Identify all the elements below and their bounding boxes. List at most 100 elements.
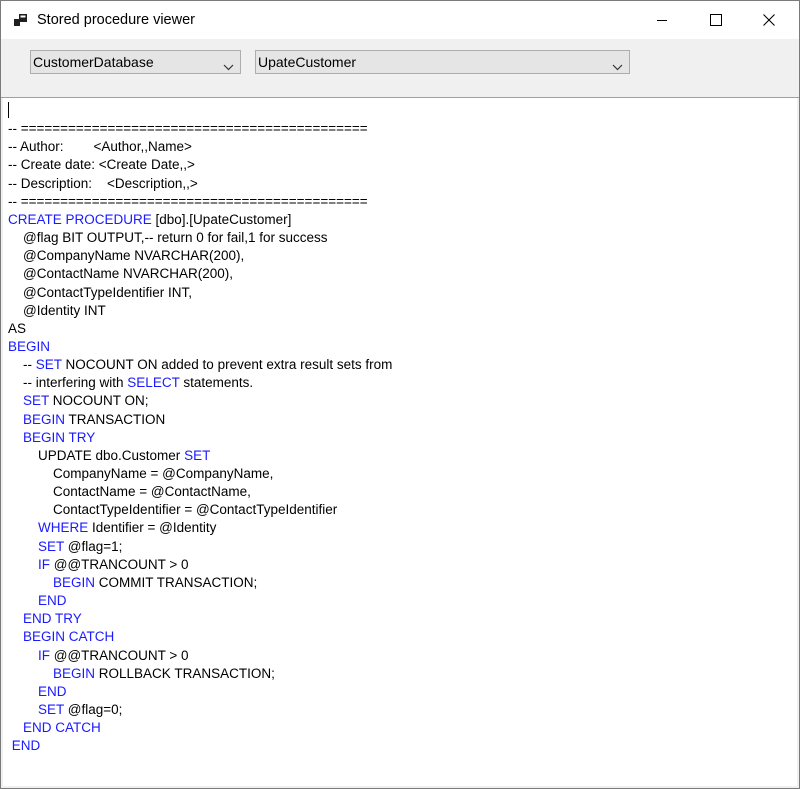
sql-keyword: END CATCH [23,720,101,736]
code-text: -- =====================================… [8,121,368,137]
title-bar[interactable]: Stored procedure viewer [1,1,799,39]
sql-code-editor[interactable]: -- =====================================… [3,98,797,786]
code-line: BEGIN COMMIT TRANSACTION; [8,574,257,592]
code-text: @flag BIT OUTPUT,-- return 0 for fail,1 … [8,230,328,246]
code-line: IF @@TRANCOUNT > 0 [8,647,189,665]
code-line: IF @@TRANCOUNT > 0 [8,556,189,574]
code-text: -- Create date: <Create Date,,> [8,157,195,173]
text-caret [8,102,9,118]
app-window: Stored procedure viewer CustomerDatabase… [0,0,800,789]
database-select[interactable]: CustomerDatabase [30,50,241,74]
code-text: NOCOUNT ON; [49,393,149,409]
code-line: BEGIN ROLLBACK TRANSACTION; [8,665,275,683]
sql-keyword: BEGIN CATCH [23,629,115,645]
database-select-value: CustomerDatabase [33,54,154,70]
code-line: CREATE PROCEDURE [dbo].[UpateCustomer] [8,211,291,229]
code-text: -- Description: <Description,,> [8,175,198,191]
code-line: -- SET NOCOUNT ON added to prevent extra… [8,356,392,374]
code-text: TRANSACTION [65,411,166,427]
code-line: -- Author: <Author,,Name> [8,138,192,156]
minimize-icon [657,20,667,21]
code-line: -- Description: <Description,,> [8,175,198,193]
maximize-icon [710,14,722,26]
maximize-button[interactable] [693,1,739,39]
code-line: END [8,592,67,610]
code-line: END [8,683,67,701]
app-icon [14,13,28,27]
procedure-select[interactable]: UpateCustomer [255,50,630,74]
code-line: -- =====================================… [8,120,368,138]
code-line: AS [8,320,26,338]
sql-keyword: SELECT [127,375,180,391]
sql-keyword: BEGIN [53,574,96,590]
sql-keyword: SET [38,538,65,554]
code-text: ContactTypeIdentifier = @ContactTypeIden… [8,502,338,518]
code-line: END TRY [8,610,82,628]
sql-keyword: BEGIN TRY [23,429,96,445]
sql-keyword: SET [38,701,65,717]
minimize-button[interactable] [639,1,685,39]
code-text: UPDATE dbo.Customer [8,447,185,463]
sql-keyword: END TRY [23,611,82,627]
code-text: AS [8,320,27,336]
code-text: COMMIT TRANSACTION; [95,574,258,590]
code-text: @CompanyName NVARCHAR(200), [8,248,245,264]
code-line: ContactTypeIdentifier = @ContactTypeIden… [8,501,337,519]
code-text: -- Author: <Author,,Name> [8,139,192,155]
code-line: SET @flag=1; [8,538,122,556]
code-text: @@TRANCOUNT > 0 [50,556,189,572]
code-text: -- =====================================… [8,193,368,209]
sql-keyword: WHERE [38,520,89,536]
code-text: @ContactTypeIdentifier INT, [8,284,193,300]
code-text: Identifier = @Identity [88,520,217,536]
code-line: @CompanyName NVARCHAR(200), [8,247,244,265]
sql-keyword: IF [38,556,51,572]
sql-keyword: END [11,738,41,754]
sql-keyword: END [38,593,67,609]
code-text: NOCOUNT ON added to prevent extra result… [61,357,393,373]
procedure-select-value: UpateCustomer [258,54,357,70]
code-text: @flag=0; [64,701,123,717]
code-line: ContactName = @ContactName, [8,483,251,501]
code-line: -- Create date: <Create Date,,> [8,156,195,174]
code-text: -- interfering with [8,375,128,391]
code-line: BEGIN [8,338,50,356]
chevron-down-icon [612,58,623,74]
code-line: BEGIN TRY [8,429,95,447]
code-line: END [8,737,41,755]
code-line: @ContactName NVARCHAR(200), [8,265,233,283]
sql-keyword: SET [184,447,211,463]
sql-keyword: BEGIN [23,411,66,427]
close-button[interactable] [746,1,792,39]
code-text: ROLLBACK TRANSACTION; [95,665,275,681]
close-icon [763,14,775,26]
code-line: @Identity INT [8,302,106,320]
code-text: @Identity INT [8,302,106,318]
sql-keyword: SET [35,357,62,373]
sql-keyword: BEGIN [53,665,96,681]
code-line: UPDATE dbo.Customer SET [8,447,210,465]
code-line: WHERE Identifier = @Identity [8,519,216,537]
code-text: @@TRANCOUNT > 0 [50,647,189,663]
code-line: CompanyName = @CompanyName, [8,465,273,483]
code-line: -- =====================================… [8,193,368,211]
sql-keyword: IF [38,647,51,663]
code-text: statements. [179,375,254,391]
code-text: @flag=1; [64,538,123,554]
code-line: @ContactTypeIdentifier INT, [8,284,192,302]
code-text: [dbo].[UpateCustomer] [151,211,292,227]
